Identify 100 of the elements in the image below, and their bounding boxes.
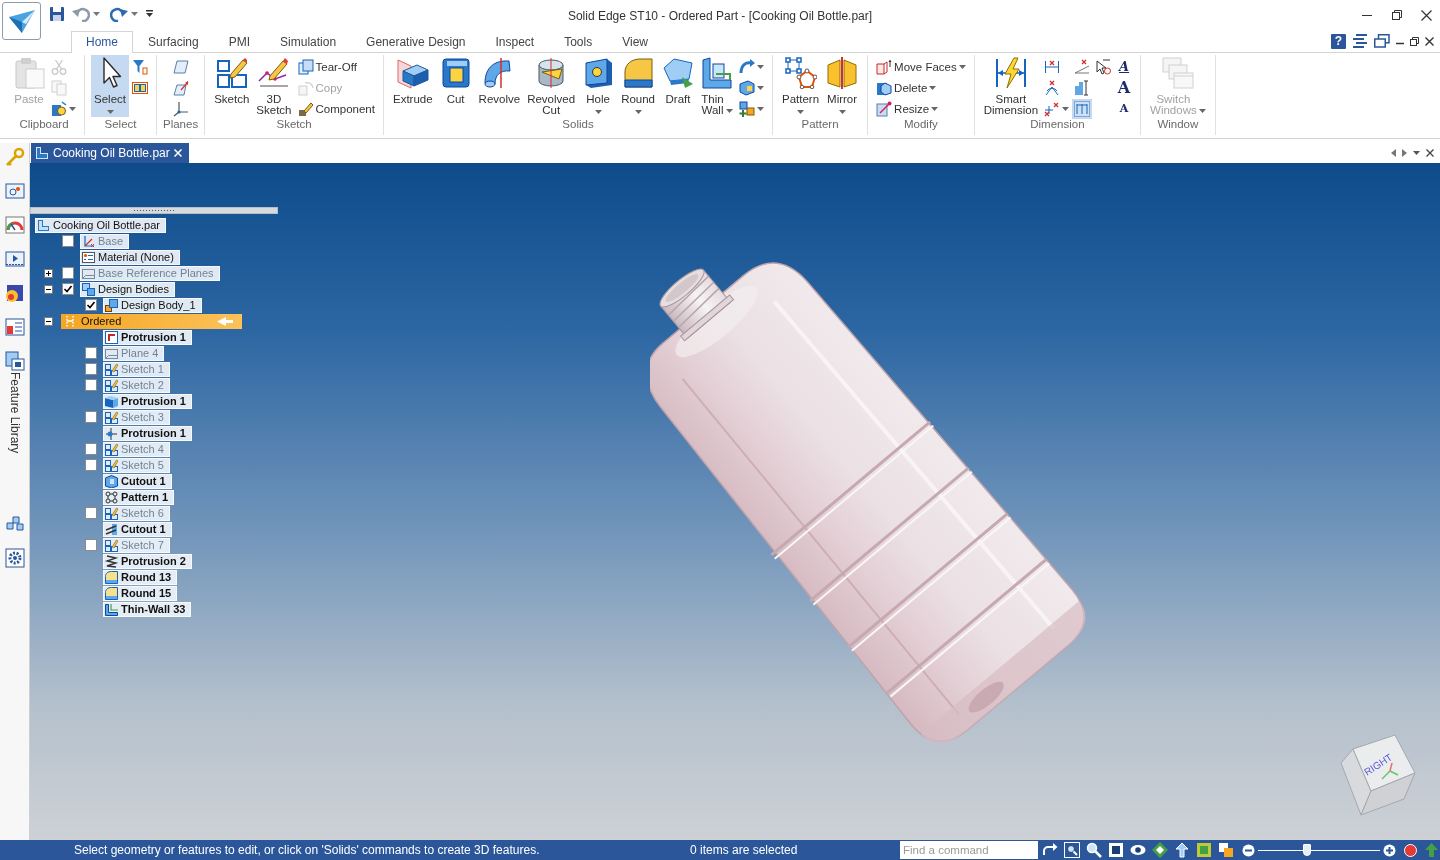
ribbon-tab[interactable]: Tools — [549, 31, 608, 53]
tree-item[interactable]: Sketch 7 — [103, 537, 170, 553]
checkbox[interactable] — [61, 267, 74, 279]
resize-button[interactable]: Resize — [874, 99, 968, 119]
collapse-toggle[interactable] — [44, 316, 53, 326]
text-style-button[interactable]: A — [1114, 57, 1135, 77]
list-chart-icon[interactable] — [4, 317, 25, 337]
checkbox[interactable] — [84, 379, 97, 391]
tree-item[interactable]: Cooking Oil Bottle.par — [35, 217, 166, 233]
picture-frame-icon[interactable] — [4, 181, 25, 201]
help-button[interactable]: ? — [1331, 33, 1346, 49]
smart-dimension-button[interactable]: Smart Dimension — [980, 55, 1042, 117]
ribbon-tab[interactable]: Inspect — [480, 31, 550, 53]
cascade-icon[interactable] — [1374, 34, 1390, 48]
film-icon[interactable] — [4, 249, 25, 269]
ribbon-tab[interactable]: Home — [71, 31, 133, 53]
tree-item[interactable]: Round 15 — [103, 585, 178, 601]
font-shrink-button[interactable]: A — [1114, 99, 1135, 119]
extrude-button[interactable]: Extrude — [389, 55, 436, 117]
tree-item[interactable]: Material (None) — [80, 249, 180, 265]
ribbon-tab[interactable]: View — [607, 31, 663, 53]
feature-library-tab[interactable]: Feature Library — [4, 351, 25, 454]
tree-item[interactable]: Design Bodies — [80, 281, 175, 297]
ribbon-tab[interactable]: Generative Design — [351, 31, 481, 53]
close-icon[interactable] — [1426, 149, 1434, 157]
checkbox[interactable] — [84, 347, 97, 359]
redo-icon[interactable] — [110, 6, 128, 22]
zoom-in-icon[interactable] — [1383, 843, 1396, 857]
app-menu-button[interactable] — [2, 2, 41, 40]
checkbox[interactable] — [84, 539, 97, 551]
expand-toggle[interactable] — [44, 268, 53, 278]
dimension-tool-button[interactable] — [1093, 57, 1114, 77]
delete-button[interactable]: Delete — [874, 78, 968, 98]
restore-icon[interactable] — [1392, 10, 1402, 20]
ribbon-tab[interactable]: Surfacing — [133, 31, 214, 53]
shaded-view-icon[interactable] — [1196, 842, 1212, 858]
select-filter-button[interactable] — [130, 57, 150, 77]
checkbox[interactable] — [84, 507, 97, 519]
revolve-button[interactable]: Revolve — [475, 55, 524, 117]
heat-map-icon[interactable] — [4, 283, 25, 303]
checkbox[interactable] — [84, 411, 97, 423]
tear-off-button[interactable]: Tear-Off — [295, 57, 377, 77]
revolved-cut-button[interactable]: Revolved Cut — [524, 55, 579, 117]
paste-special-button[interactable] — [49, 99, 78, 119]
tree-item[interactable]: Protrusion 1 — [103, 393, 192, 409]
eye-icon[interactable] — [1130, 842, 1146, 858]
slider-thumb[interactable] — [1302, 844, 1311, 856]
checkbox[interactable] — [84, 363, 97, 375]
component-button[interactable]: Component — [295, 99, 377, 119]
pattern-button[interactable]: Pattern — [779, 55, 823, 117]
pan-arrow-icon[interactable] — [1174, 842, 1190, 858]
restore-icon[interactable] — [1410, 36, 1419, 46]
move-faces-button[interactable]: Move Faces — [874, 57, 968, 77]
thin-wall-button[interactable]: Thin Wall — [698, 55, 736, 117]
command-search-field[interactable]: Find a command — [900, 841, 1038, 859]
view-style-icon[interactable] — [1218, 842, 1234, 858]
ribbon-tab[interactable]: Simulation — [265, 31, 352, 53]
tree-group-bar[interactable]: Ordered — [61, 313, 242, 329]
ribbon-tab[interactable]: PMI — [213, 31, 266, 53]
pane-resize-handle[interactable] — [30, 207, 278, 214]
checkbox[interactable] — [84, 459, 97, 471]
tree-item[interactable]: Protrusion 1 — [103, 425, 192, 441]
hole-button[interactable]: Hole — [579, 55, 618, 117]
3d-sketch-button[interactable]: 3D Sketch — [253, 55, 295, 117]
tree-item[interactable]: Cutout 1 — [103, 521, 172, 537]
return-arrow-icon[interactable] — [1042, 842, 1058, 858]
tree-item[interactable]: Pattern 1 — [103, 489, 175, 505]
tree-item[interactable]: Cutout 1 — [103, 473, 172, 489]
customize-icon[interactable] — [145, 10, 154, 18]
collapse-toggle[interactable] — [44, 284, 53, 294]
tree-item[interactable]: Sketch 6 — [103, 505, 170, 521]
fit-view-icon[interactable] — [1108, 842, 1124, 858]
gear-chart-icon[interactable] — [4, 548, 25, 569]
tree-item[interactable]: Round 13 — [103, 569, 178, 585]
mirror-button[interactable]: Mirror — [823, 55, 862, 117]
close-icon[interactable] — [1420, 9, 1432, 21]
zoom-area-icon[interactable] — [1064, 842, 1080, 858]
zoom-out-icon[interactable] — [1242, 843, 1255, 857]
tree-item[interactable]: Design Body_1 — [103, 297, 202, 313]
sketch-button[interactable]: Sketch — [211, 55, 253, 117]
record-icon[interactable] — [1404, 843, 1417, 857]
round-button[interactable]: Round — [618, 55, 658, 117]
close-icon[interactable] — [1425, 36, 1434, 46]
plane-normal-button[interactable] — [170, 78, 191, 98]
undo-icon[interactable] — [72, 6, 90, 22]
scroll-right-icon[interactable] — [1402, 149, 1407, 157]
gauge-icon[interactable] — [4, 215, 25, 235]
solids-tool-button[interactable] — [737, 99, 766, 119]
plane-button[interactable] — [170, 57, 191, 77]
magnifier-icon[interactable] — [1086, 842, 1102, 858]
checkbox[interactable] — [84, 299, 97, 311]
scroll-left-icon[interactable] — [1391, 149, 1396, 157]
solids-tool-button[interactable] — [737, 78, 766, 98]
select-button[interactable]: Select — [91, 55, 129, 117]
document-tab[interactable]: Cooking Oil Bottle.par — [31, 143, 189, 163]
tree-item[interactable]: Protrusion 2 — [103, 553, 192, 569]
checkbox[interactable] — [84, 443, 97, 455]
font-grow-button[interactable]: A — [1114, 78, 1135, 98]
caret-icon[interactable] — [1413, 151, 1420, 155]
cut-button[interactable]: Cut — [436, 55, 475, 117]
